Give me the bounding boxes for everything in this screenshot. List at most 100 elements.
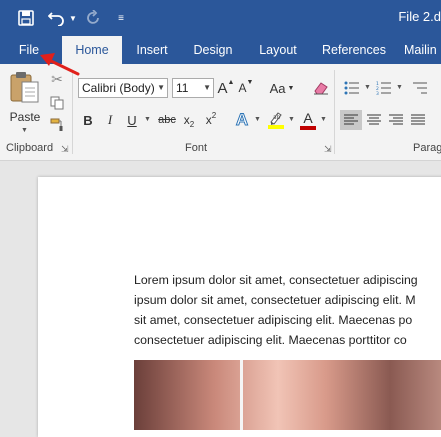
paragraph-group-label: Parag: [413, 142, 441, 154]
tab-insert[interactable]: Insert: [128, 36, 176, 64]
text-effects-button[interactable]: A: [232, 110, 252, 130]
dialog-launcher-icon: ⇲: [61, 144, 69, 154]
clipboard-dialog-launcher[interactable]: ⇲: [61, 144, 69, 155]
bullets-icon: [344, 81, 359, 95]
superscript-button[interactable]: x2: [202, 110, 220, 130]
clipboard-icon: [10, 72, 39, 103]
highlight-color-swatch: [268, 125, 284, 129]
align-right-icon: [389, 114, 403, 125]
caret-down-icon: ▼: [246, 78, 254, 86]
align-right-button[interactable]: [386, 110, 406, 130]
justify-button[interactable]: [408, 110, 428, 130]
document-line: consectetuer adipiscing elit. Maecenas p…: [134, 333, 407, 347]
image-gap: [240, 360, 243, 430]
underline-button[interactable]: U: [124, 110, 140, 130]
copy-button[interactable]: [48, 94, 66, 112]
justify-icon: [411, 114, 425, 125]
undo-icon: [48, 12, 64, 26]
chevron-down-icon: ▼: [396, 84, 403, 91]
customize-qat-button[interactable]: ≡: [114, 6, 128, 30]
align-center-icon: [367, 114, 381, 125]
font-name-value: Calibri (Body): [82, 81, 155, 95]
tab-design[interactable]: Design: [186, 36, 240, 64]
dialog-launcher-icon: ⇲: [324, 144, 332, 154]
copy-icon: [50, 96, 64, 110]
font-color-button[interactable]: A: [298, 108, 318, 132]
italic-button[interactable]: I: [102, 110, 118, 130]
shrink-font-label: A: [238, 81, 247, 95]
document-page[interactable]: Lorem ipsum dolor sit amet, consectetuer…: [38, 177, 441, 437]
change-case-button[interactable]: Aa ▼: [268, 78, 296, 98]
bold-label: B: [83, 112, 93, 128]
grow-font-button[interactable]: A ▲: [217, 78, 235, 98]
paste-button[interactable]: Paste ▼: [6, 70, 42, 138]
svg-text:3: 3: [376, 91, 379, 95]
caret-up-icon: ▲: [227, 78, 235, 86]
tab-references[interactable]: References: [318, 36, 390, 64]
shrink-font-button[interactable]: A ▼: [238, 78, 254, 98]
font-size-value: 11: [176, 81, 189, 95]
group-divider: [72, 70, 73, 154]
undo-button[interactable]: [46, 6, 68, 30]
chevron-down-icon: ▼: [320, 116, 327, 123]
scissors-icon: ✂: [51, 70, 63, 87]
ribbon: Paste ▼ ✂ Clipboard ⇲ Calibri (Body) ▼ 1…: [0, 64, 441, 161]
numbering-icon: 1 2 3: [376, 81, 391, 95]
document-image[interactable]: [134, 360, 441, 430]
document-line: sit amet, consectetuer adipiscing elit. …: [134, 313, 413, 327]
highlight-button[interactable]: ab: [266, 108, 286, 132]
chevron-down-icon: ▼: [157, 83, 165, 92]
tab-home[interactable]: Home: [62, 36, 122, 64]
multilevel-list-button[interactable]: [410, 78, 430, 98]
customize-icon: ≡: [118, 12, 124, 24]
cut-button[interactable]: ✂: [48, 70, 66, 88]
tab-mailings[interactable]: Mailin: [404, 36, 441, 64]
chevron-down-icon: ▼: [364, 84, 371, 91]
grow-font-label: A: [217, 79, 228, 97]
chevron-down-icon: ▼: [21, 127, 28, 134]
tab-file[interactable]: File: [8, 36, 50, 64]
chevron-down-icon: ▼: [144, 116, 151, 123]
italic-label: I: [107, 112, 113, 127]
numbering-button[interactable]: 1 2 3: [374, 78, 394, 98]
undo-dropdown-button[interactable]: ▼: [68, 6, 78, 30]
superscript-mark: 2: [211, 110, 217, 120]
clear-formatting-button[interactable]: [312, 78, 330, 98]
title-bar: ▼ ≡ File 2.d: [0, 0, 441, 36]
redo-icon: [87, 10, 99, 24]
paste-label: Paste: [9, 110, 41, 124]
clipboard-group-label: Clipboard: [6, 142, 54, 154]
save-icon: [18, 10, 34, 26]
multilevel-list-icon: [413, 82, 427, 94]
font-dialog-launcher[interactable]: ⇲: [324, 144, 332, 155]
group-divider: [334, 70, 335, 154]
align-left-button[interactable]: [340, 110, 362, 130]
highlighter-icon: ab: [270, 112, 282, 125]
strikethrough-button[interactable]: abc: [156, 110, 178, 130]
chevron-down-icon: ▼: [254, 116, 261, 123]
subscript-button[interactable]: x2: [180, 110, 198, 130]
eraser-icon: [314, 82, 328, 95]
subscript-mark: 2: [189, 119, 195, 129]
text-effects-label: A: [235, 110, 249, 130]
chevron-down-icon: ▼: [69, 13, 77, 23]
format-painter-button[interactable]: [48, 116, 66, 134]
svg-text:ab: ab: [273, 114, 281, 121]
tab-layout[interactable]: Layout: [250, 36, 306, 64]
strikethrough-label: abc: [158, 114, 176, 126]
chevron-down-icon: ▼: [287, 84, 295, 92]
align-left-icon: [344, 114, 358, 125]
save-button[interactable]: [14, 6, 38, 30]
font-group-label: Font: [185, 142, 208, 154]
bullets-button[interactable]: [342, 78, 362, 98]
align-center-button[interactable]: [364, 110, 384, 130]
document-line: Lorem ipsum dolor sit amet, consectetuer…: [134, 273, 418, 287]
font-name-dropdown[interactable]: Calibri (Body) ▼: [78, 78, 168, 98]
font-size-dropdown[interactable]: 11 ▼: [172, 78, 214, 98]
bold-button[interactable]: B: [80, 110, 96, 130]
font-color-swatch: [300, 126, 316, 130]
redo-button[interactable]: [84, 6, 102, 30]
document-area[interactable]: Lorem ipsum dolor sit amet, consectetuer…: [0, 161, 441, 437]
change-case-label: Aa: [269, 80, 286, 96]
window-title: File 2.d: [398, 9, 441, 24]
